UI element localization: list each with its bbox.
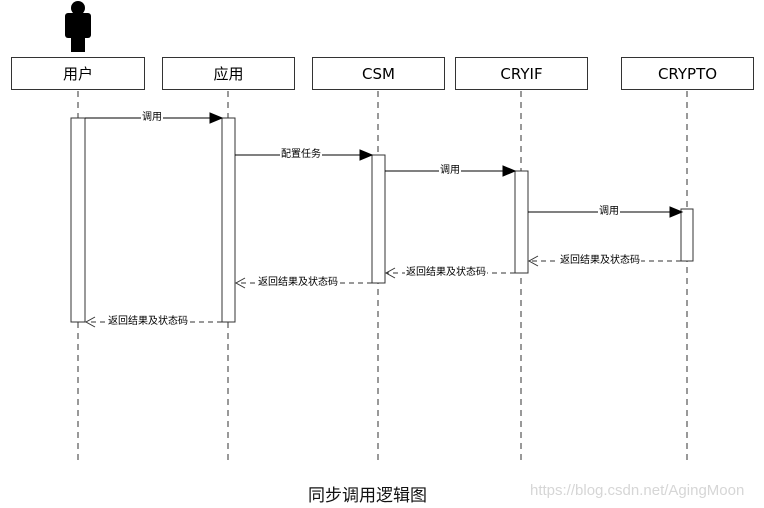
participant-label: CRYPTO (657, 64, 718, 83)
message-label-1: 调用 (141, 112, 163, 124)
message-label-2: 配置任务 (280, 149, 322, 161)
message-label-8: 返回结果及状态码 (107, 316, 189, 328)
message-label-4: 调用 (598, 206, 620, 218)
participant-app[interactable]: 应用 (162, 57, 295, 90)
activation-user (70, 117, 86, 323)
participant-label: 应用 (213, 65, 244, 83)
activation-app (221, 117, 236, 323)
activation-csm (371, 154, 386, 284)
diagram-caption: 同步调用逻辑图 (308, 486, 427, 506)
person-icon (65, 1, 91, 52)
activation-crypto (680, 208, 694, 262)
participant-user[interactable]: 用户 (11, 57, 145, 90)
participant-label: CRYIF (500, 64, 543, 83)
participant-csm[interactable]: CSM (312, 57, 445, 90)
message-label-6: 返回结果及状态码 (405, 267, 487, 279)
watermark: https://blog.csdn.net/AgingMoon (530, 482, 745, 499)
activation-cryif (514, 170, 529, 274)
message-label-3: 调用 (439, 165, 461, 177)
participant-label: CSM (362, 64, 395, 83)
message-label-7: 返回结果及状态码 (257, 277, 339, 289)
participant-label: 用户 (62, 65, 93, 83)
participant-cryif[interactable]: CRYIF (455, 57, 588, 90)
participant-crypto[interactable]: CRYPTO (621, 57, 754, 90)
message-label-5: 返回结果及状态码 (559, 255, 641, 267)
